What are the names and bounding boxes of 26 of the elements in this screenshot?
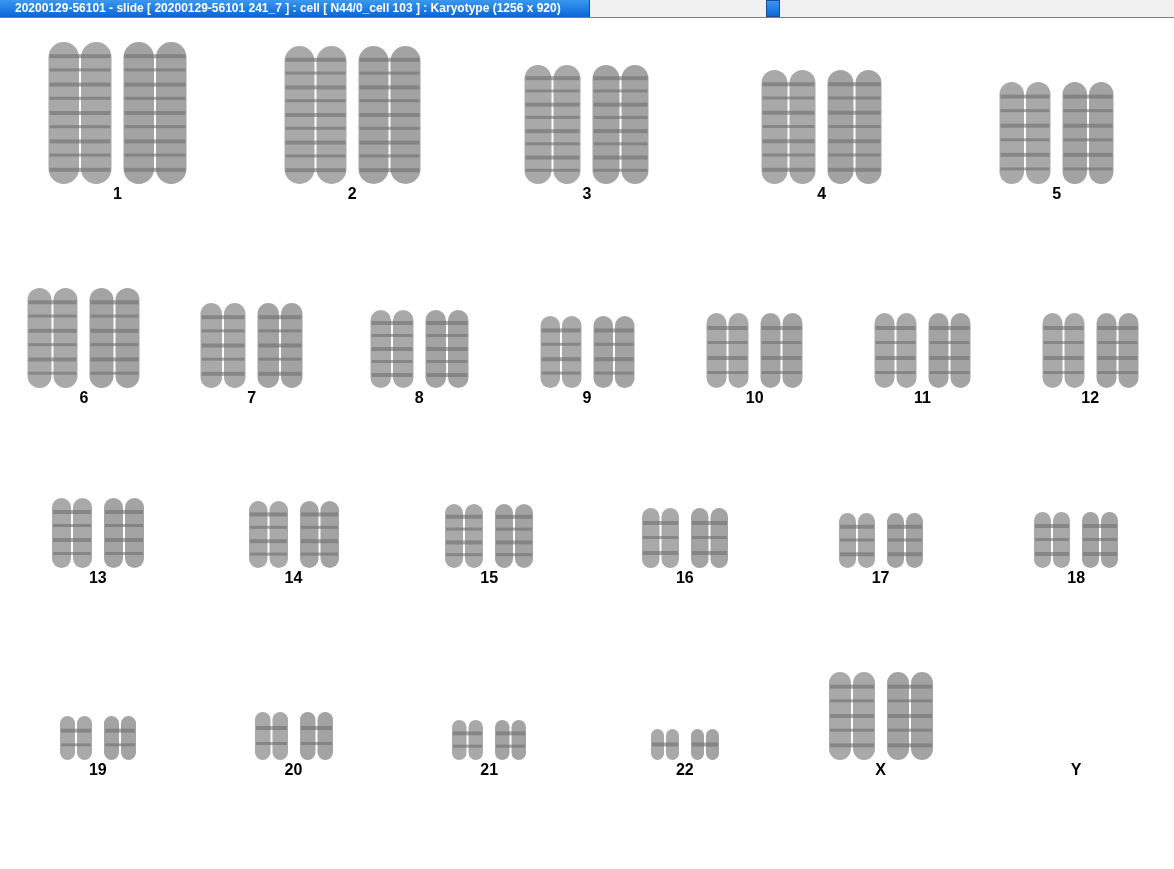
chromosome-label: 6 — [79, 388, 89, 408]
chromosome-label: 7 — [247, 388, 257, 408]
chromosome-label: 16 — [675, 568, 694, 588]
chromosome-label: 11 — [914, 388, 931, 408]
chromosome-label: 12 — [1081, 388, 1100, 408]
chromosome-label: 9 — [582, 388, 592, 408]
chromosome-label: 1 — [112, 184, 122, 204]
chromosome-label: 14 — [284, 568, 303, 588]
chromosome-label: 21 — [480, 760, 499, 780]
chromosome-label: 2 — [347, 184, 357, 204]
chromosome-label: 22 — [675, 760, 694, 780]
chromosome-label: 15 — [480, 568, 499, 588]
chromosome-label: 18 — [1067, 568, 1086, 588]
scrollbar-thumb[interactable] — [766, 0, 780, 17]
window-title: 20200129-56101 - slide [ 20200129-56101 241_7 ] : cell [ N44/0_cell 103 ] : Karyotype (1256 x 920) — [0, 0, 590, 17]
chromosome-label: 3 — [582, 184, 592, 204]
chromosome-label: 5 — [1052, 184, 1062, 204]
chromosome-label: X — [875, 760, 886, 780]
chromosome-label: 8 — [414, 388, 424, 408]
chromosome-label: 4 — [817, 184, 827, 204]
chromosome-label: 19 — [88, 760, 107, 780]
chromosome-label: 20 — [284, 760, 303, 780]
chromosome-label: 10 — [745, 388, 764, 408]
chromosome-label: 13 — [88, 568, 107, 588]
chromosome-label: Y — [1070, 760, 1082, 780]
chromosome-label: 17 — [871, 568, 890, 588]
